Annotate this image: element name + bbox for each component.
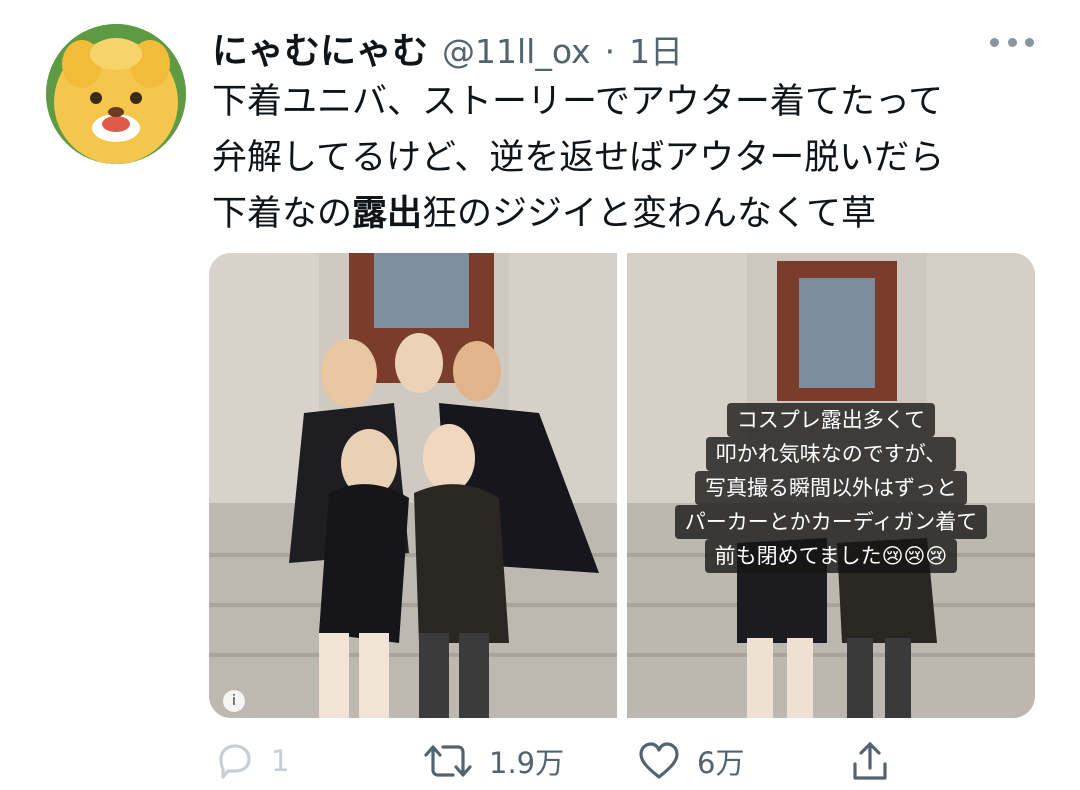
- media-photo-1[interactable]: i: [209, 253, 617, 718]
- tweet-text-line: 弁解してるけど、逆を返せばアウター脱いだら: [212, 138, 945, 178]
- retweet-count: 1.9万: [489, 746, 565, 780]
- action-bar: 1 1.9万 6万: [209, 740, 1035, 790]
- tweet-header: にゃむにゃむ @11ll_ox · 1日: [212, 22, 683, 74]
- display-name[interactable]: にゃむにゃむ: [212, 22, 428, 74]
- reply-bubble-icon: [219, 744, 251, 779]
- photo-2-image: [627, 253, 1035, 718]
- like-button[interactable]: 6万: [637, 740, 744, 782]
- tweet-text-line: 下着なの露出狂のジジイと変わんなくて草: [212, 186, 1052, 242]
- more-dots-icon[interactable]: [990, 36, 1034, 48]
- share-button[interactable]: [849, 740, 891, 784]
- photo-1-image: [209, 253, 617, 718]
- timestamp[interactable]: 1日: [629, 25, 683, 73]
- share-upload-icon: [853, 742, 887, 780]
- reply-button[interactable]: 1: [213, 740, 289, 782]
- media-grid: i コスプレ露出多くて 叩かれ気味なのですが、 写真撮る瞬間以外はずっと パーカ…: [209, 253, 1035, 718]
- retweet-arrows-icon: [424, 745, 472, 777]
- reply-count: 1: [271, 744, 290, 778]
- user-handle[interactable]: @11ll_ox: [442, 32, 591, 71]
- avatar-image: [46, 24, 186, 164]
- media-photo-2[interactable]: コスプレ露出多くて 叩かれ気味なのですが、 写真撮る瞬間以外はずっと パーカーと…: [627, 253, 1035, 718]
- avatar[interactable]: [46, 24, 186, 164]
- tweet-text-line: 下着ユニバ、ストーリーでアウター着てたって: [212, 82, 944, 122]
- retweet-button[interactable]: 1.9万: [423, 740, 564, 782]
- like-count: 6万: [697, 746, 745, 780]
- tweet-text-segment: 下着なの: [212, 194, 353, 234]
- info-icon[interactable]: i: [223, 690, 245, 712]
- heart-icon: [639, 742, 679, 779]
- tweet-text-bold: 露出: [352, 194, 423, 234]
- tweet-text-segment: 狂のジジイと変わんなくて草: [422, 194, 876, 234]
- tweet-text: 下着ユニバ、ストーリーでアウター着てたって 弁解してるけど、逆を返せばアウター脱…: [212, 74, 1052, 242]
- separator-dot: ·: [604, 32, 616, 71]
